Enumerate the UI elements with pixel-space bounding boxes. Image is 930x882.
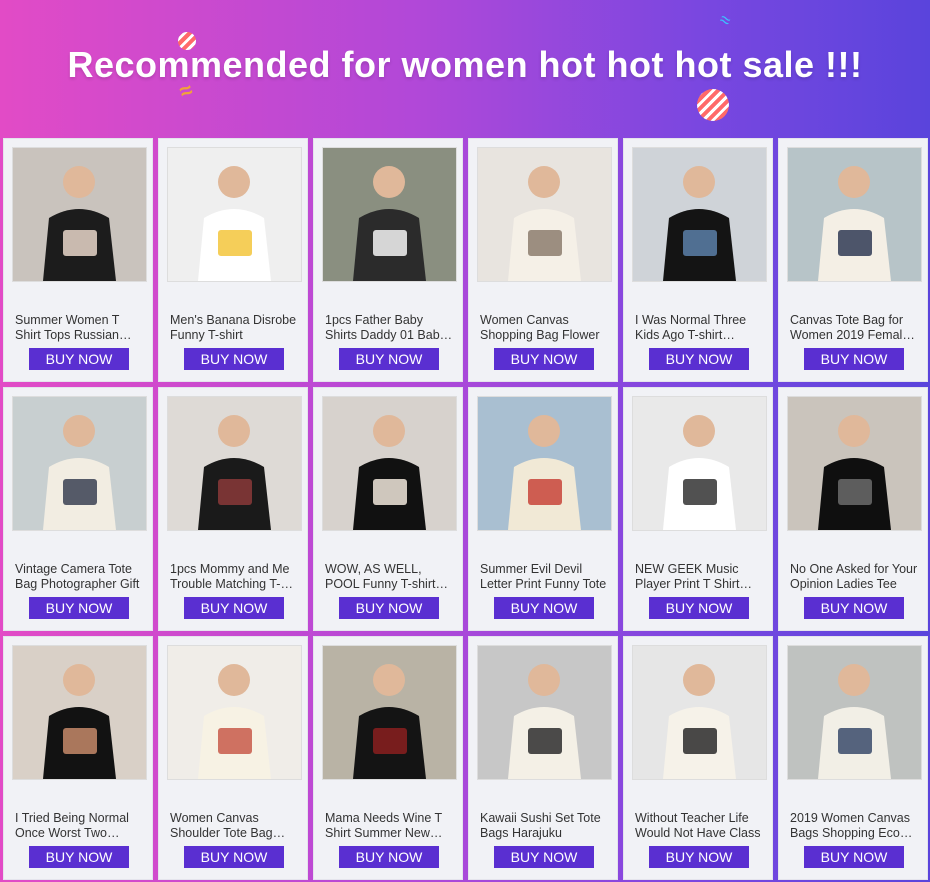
product-image[interactable]: [322, 147, 457, 282]
product-card[interactable]: 1pcs Mommy and Me Trouble Matching T-shi…: [158, 387, 308, 631]
product-card[interactable]: WOW, AS WELL, POOL Funny T-shirt Women BU…: [313, 387, 463, 631]
product-title[interactable]: I Was Normal Three Kids Ago T-shirt Casu…: [635, 313, 763, 343]
product-image[interactable]: [477, 645, 612, 780]
product-image[interactable]: [167, 147, 302, 282]
product-card[interactable]: I Tried Being Normal Once Worst Two Minu…: [3, 636, 153, 880]
buy-now-button[interactable]: BUY NOW: [804, 348, 904, 370]
product-title[interactable]: WOW, AS WELL, POOL Funny T-shirt Women: [325, 562, 453, 592]
product-image[interactable]: [322, 645, 457, 780]
product-image[interactable]: [477, 396, 612, 531]
product-image[interactable]: [632, 396, 767, 531]
product-title[interactable]: Mama Needs Wine T Shirt Summer New Arriv…: [325, 811, 453, 841]
product-image[interactable]: [787, 396, 922, 531]
product-title[interactable]: 1pcs Father Baby Shirts Daddy 01 Baby 01: [325, 313, 453, 343]
buy-now-button[interactable]: BUY NOW: [494, 597, 594, 619]
buy-now-button[interactable]: BUY NOW: [494, 348, 594, 370]
product-card[interactable]: No One Asked for Your Opinion Ladies Tee…: [778, 387, 928, 631]
buy-now-button[interactable]: BUY NOW: [649, 348, 749, 370]
product-grid: Summer Women T Shirt Tops Russian Inscri…: [3, 138, 928, 880]
buy-now-button[interactable]: BUY NOW: [804, 597, 904, 619]
product-title[interactable]: 1pcs Mommy and Me Trouble Matching T-shi…: [170, 562, 298, 592]
product-title[interactable]: No One Asked for Your Opinion Ladies Tee: [790, 562, 918, 592]
product-card[interactable]: Summer Evil Devil Letter Print Funny Tot…: [468, 387, 618, 631]
product-title[interactable]: Summer Women T Shirt Tops Russian Inscri…: [15, 313, 143, 343]
product-card[interactable]: Without Teacher Life Would Not Have Clas…: [623, 636, 773, 880]
buy-now-button[interactable]: BUY NOW: [339, 348, 439, 370]
product-card[interactable]: Canvas Tote Bag for Women 2019 Female Sh…: [778, 138, 928, 382]
product-title[interactable]: 2019 Women Canvas Bags Shopping Eco Reus…: [790, 811, 918, 841]
product-card[interactable]: Women Canvas Shopping Bag Flower BUY NOW: [468, 138, 618, 382]
buy-now-button[interactable]: BUY NOW: [649, 846, 749, 868]
product-title[interactable]: Women Canvas Shoulder Tote Bag Juice: [170, 811, 298, 841]
buy-now-button[interactable]: BUY NOW: [184, 846, 284, 868]
product-card[interactable]: I Was Normal Three Kids Ago T-shirt Casu…: [623, 138, 773, 382]
product-title[interactable]: Without Teacher Life Would Not Have Clas…: [635, 811, 763, 841]
squiggle-decoration: ≈: [716, 8, 734, 32]
product-card[interactable]: 2019 Women Canvas Bags Shopping Eco Reus…: [778, 636, 928, 880]
product-image[interactable]: [12, 147, 147, 282]
product-image[interactable]: [632, 147, 767, 282]
buy-now-button[interactable]: BUY NOW: [29, 348, 129, 370]
product-card[interactable]: 1pcs Father Baby Shirts Daddy 01 Baby 01…: [313, 138, 463, 382]
product-image[interactable]: [477, 147, 612, 282]
product-card[interactable]: Women Canvas Shoulder Tote Bag Juice BUY …: [158, 636, 308, 880]
buy-now-button[interactable]: BUY NOW: [184, 597, 284, 619]
buy-now-button[interactable]: BUY NOW: [339, 846, 439, 868]
buy-now-button[interactable]: BUY NOW: [184, 348, 284, 370]
product-card[interactable]: NEW GEEK Music Player Print T Shirt Men B…: [623, 387, 773, 631]
promo-banner: ≈ ≈ Recommended for women hot hot hot sa…: [0, 0, 930, 132]
buy-now-button[interactable]: BUY NOW: [29, 846, 129, 868]
product-image[interactable]: [12, 396, 147, 531]
buy-now-button[interactable]: BUY NOW: [649, 597, 749, 619]
product-card[interactable]: Men's Banana Disrobe Funny T-shirt BUY NO…: [158, 138, 308, 382]
product-image[interactable]: [12, 645, 147, 780]
product-title[interactable]: Summer Evil Devil Letter Print Funny Tot…: [480, 562, 608, 592]
buy-now-button[interactable]: BUY NOW: [29, 597, 129, 619]
banner-title: Recommended for women hot hot hot sale !…: [67, 44, 863, 85]
product-image[interactable]: [632, 645, 767, 780]
product-title[interactable]: Women Canvas Shopping Bag Flower: [480, 313, 608, 343]
product-image[interactable]: [167, 396, 302, 531]
product-title[interactable]: Men's Banana Disrobe Funny T-shirt: [170, 313, 298, 343]
buy-now-button[interactable]: BUY NOW: [339, 597, 439, 619]
buy-now-button[interactable]: BUY NOW: [494, 846, 594, 868]
striped-ball-decoration: [697, 89, 729, 121]
product-image[interactable]: [322, 396, 457, 531]
product-image[interactable]: [167, 645, 302, 780]
product-title[interactable]: Canvas Tote Bag for Women 2019 Female Sh…: [790, 313, 918, 343]
product-image[interactable]: [787, 645, 922, 780]
product-title[interactable]: Kawaii Sushi Set Tote Bags Harajuku: [480, 811, 608, 841]
buy-now-button[interactable]: BUY NOW: [804, 846, 904, 868]
product-card[interactable]: Vintage Camera Tote Bag Photographer Gif…: [3, 387, 153, 631]
product-card[interactable]: Mama Needs Wine T Shirt Summer New Arriv…: [313, 636, 463, 880]
product-card[interactable]: Summer Women T Shirt Tops Russian Inscri…: [3, 138, 153, 382]
product-card[interactable]: Kawaii Sushi Set Tote Bags Harajuku BUY N…: [468, 636, 618, 880]
product-image[interactable]: [787, 147, 922, 282]
product-title[interactable]: Vintage Camera Tote Bag Photographer Gif…: [15, 562, 143, 592]
product-title[interactable]: NEW GEEK Music Player Print T Shirt Men: [635, 562, 763, 592]
product-title[interactable]: I Tried Being Normal Once Worst Two Minu…: [15, 811, 143, 841]
